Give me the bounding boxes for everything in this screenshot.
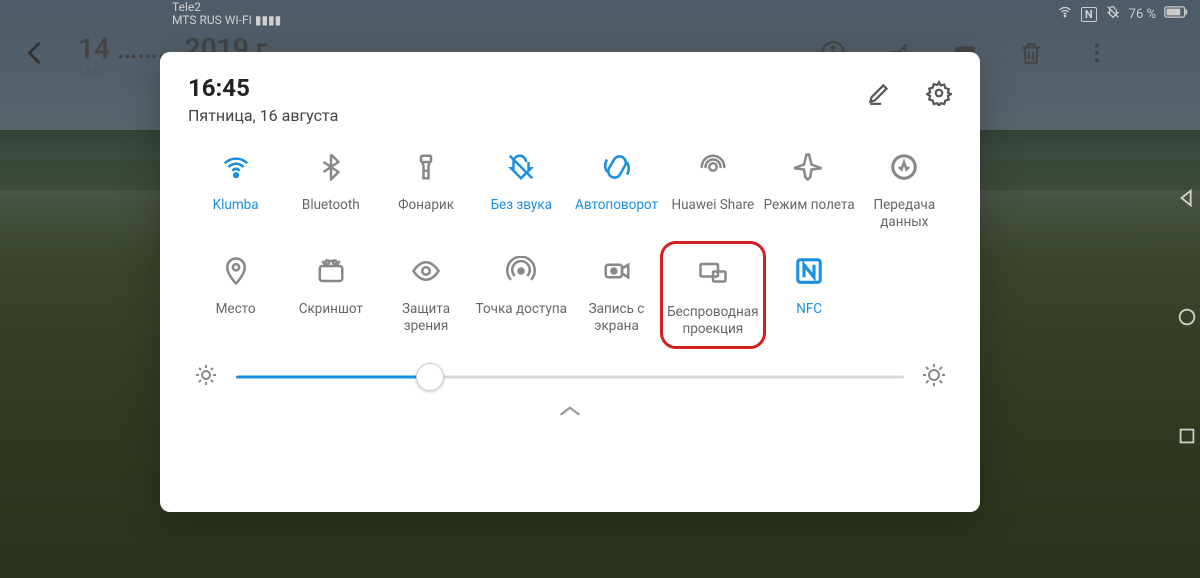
brightness-slider[interactable] bbox=[236, 367, 904, 387]
tile-cast[interactable]: Беспроводная проекция bbox=[660, 241, 765, 349]
more-icon[interactable] bbox=[1084, 40, 1110, 70]
tile-mute[interactable]: Без звука bbox=[474, 145, 569, 231]
cast-icon bbox=[698, 252, 728, 296]
nav-recent-icon[interactable] bbox=[1176, 425, 1198, 451]
settings-button[interactable] bbox=[926, 80, 952, 110]
tile-label: Huawei Share bbox=[671, 197, 754, 231]
tile-label: Место bbox=[216, 301, 256, 335]
tile-label: Без звука bbox=[491, 197, 552, 231]
tile-label: NFC bbox=[796, 301, 822, 335]
flashlight-icon bbox=[411, 145, 441, 189]
edit-button[interactable] bbox=[866, 80, 892, 110]
tile-eye[interactable]: Защита зрения bbox=[378, 249, 473, 341]
hotspot-icon bbox=[506, 249, 536, 293]
tile-label: Защита зрения bbox=[378, 301, 473, 335]
panel-time: 16:45 bbox=[188, 74, 338, 102]
carrier-2: MTS RUS WI-FI ▮▮▮▮ bbox=[172, 14, 1057, 27]
mute-icon bbox=[506, 145, 536, 189]
data-icon bbox=[889, 145, 919, 189]
tile-label: Скриншот bbox=[299, 301, 363, 335]
nfc-icon bbox=[794, 249, 824, 293]
tile-label: Bluetooth bbox=[302, 197, 360, 231]
tile-rotate[interactable]: Автоповорот bbox=[569, 145, 664, 231]
system-nav-bar bbox=[1172, 0, 1200, 578]
wifi-icon bbox=[221, 145, 251, 189]
back-button[interactable] bbox=[20, 39, 48, 71]
nav-home-icon[interactable] bbox=[1176, 306, 1198, 332]
tile-label: Klumba bbox=[213, 197, 259, 231]
carrier-1: Tele2 bbox=[172, 1, 1057, 14]
status-bar: Tele2 MTS RUS WI-FI ▮▮▮▮ N 76 % bbox=[0, 0, 1200, 28]
record-icon bbox=[602, 249, 632, 293]
bluetooth-icon bbox=[316, 145, 346, 189]
tile-label: Фонарик bbox=[398, 197, 454, 231]
tiles-grid: Klumba Bluetooth Фонарик Без звука Автоповор… bbox=[188, 145, 952, 341]
location-icon bbox=[221, 249, 251, 293]
tile-label: Режим полета bbox=[764, 197, 855, 231]
nav-back-icon[interactable] bbox=[1176, 187, 1198, 213]
battery-text: 76 % bbox=[1129, 7, 1156, 22]
tile-label: Автоповорот bbox=[575, 197, 658, 231]
screenshot-icon bbox=[316, 249, 346, 293]
tile-screenshot[interactable]: Скриншот bbox=[283, 249, 378, 341]
tile-record[interactable]: Запись с экрана bbox=[569, 249, 664, 341]
tile-label: Запись с экрана bbox=[569, 301, 664, 335]
trash-icon[interactable] bbox=[1018, 40, 1044, 70]
nfc-status-icon: N bbox=[1081, 7, 1097, 22]
wifi-status-icon bbox=[1057, 4, 1073, 24]
tile-label: Передача данных bbox=[857, 197, 952, 231]
tile-share[interactable]: Huawei Share bbox=[664, 145, 761, 231]
mute-status-icon bbox=[1105, 4, 1121, 24]
tile-airplane[interactable]: Режим полета bbox=[762, 145, 857, 231]
tile-bluetooth[interactable]: Bluetooth bbox=[283, 145, 378, 231]
rotate-icon bbox=[602, 145, 632, 189]
share-icon bbox=[698, 145, 728, 189]
tile-location[interactable]: Место bbox=[188, 249, 283, 341]
quick-settings-panel: 16:45 Пятница, 16 августа Klumba Bluetoot… bbox=[160, 52, 980, 512]
tile-label: Точка доступа bbox=[476, 301, 567, 335]
tile-hotspot[interactable]: Точка доступа bbox=[474, 249, 569, 341]
eye-icon bbox=[411, 249, 441, 293]
brightness-high-icon bbox=[922, 363, 946, 391]
tile-flashlight[interactable]: Фонарик bbox=[378, 145, 473, 231]
panel-date: Пятница, 16 августа bbox=[188, 106, 338, 125]
brightness-row bbox=[188, 363, 952, 391]
airplane-icon bbox=[794, 145, 824, 189]
brightness-low-icon bbox=[194, 363, 218, 391]
tile-label: Беспроводная проекция bbox=[667, 304, 758, 338]
tile-wifi[interactable]: Klumba bbox=[188, 145, 283, 231]
tile-nfc[interactable]: NFC bbox=[762, 249, 857, 341]
expand-chevron[interactable] bbox=[188, 403, 952, 422]
tile-data[interactable]: Передача данных bbox=[857, 145, 952, 231]
